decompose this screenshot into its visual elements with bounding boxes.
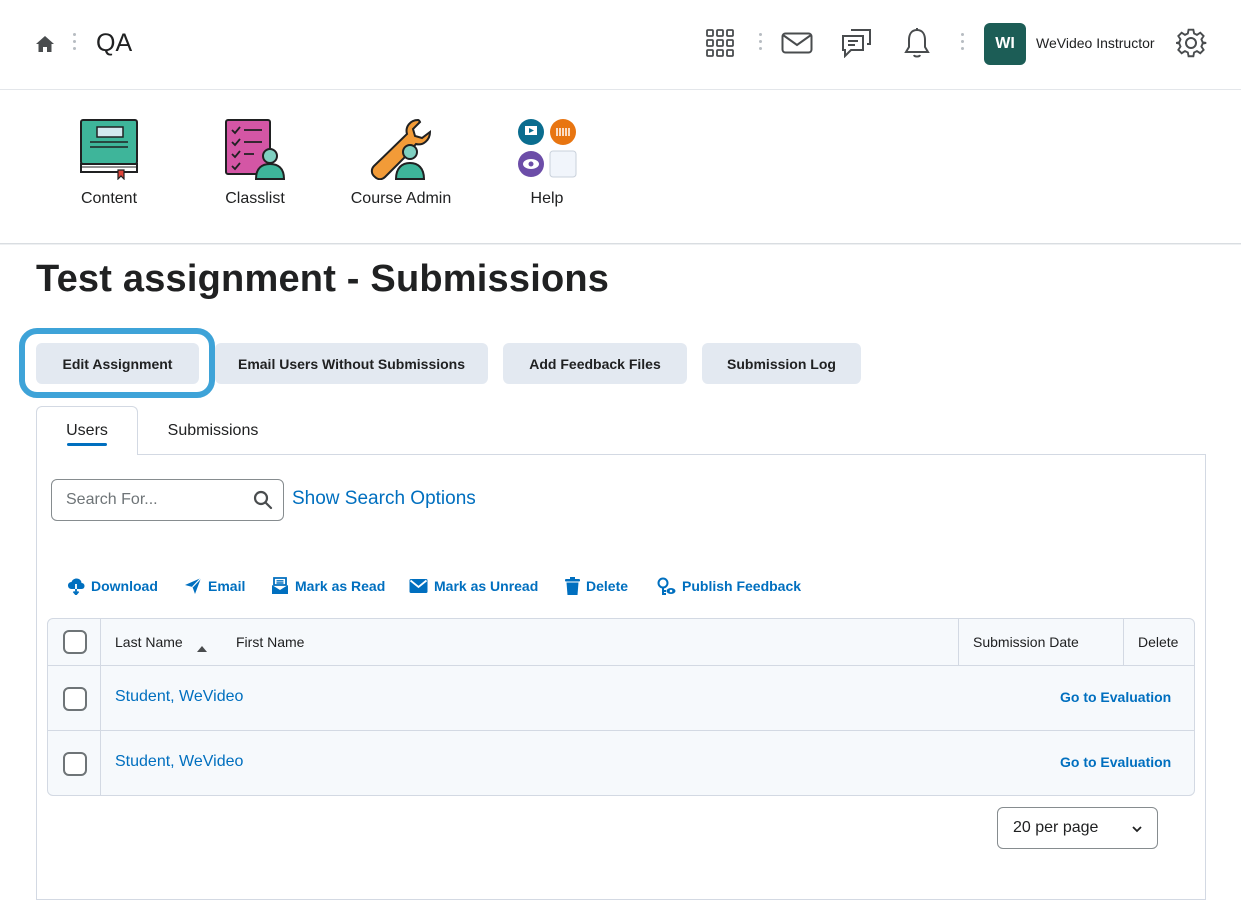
action-label: Download xyxy=(91,578,158,594)
org-title[interactable]: QA xyxy=(96,29,132,58)
home-icon[interactable] xyxy=(35,34,55,54)
content-book-icon xyxy=(80,119,138,180)
row-checkbox[interactable] xyxy=(63,752,87,776)
user-name[interactable]: WeVideo Instructor xyxy=(1036,35,1155,51)
search-input[interactable] xyxy=(66,480,246,520)
nav-label: Content xyxy=(80,190,138,207)
select-all-checkbox[interactable] xyxy=(63,630,87,654)
action-label: Email xyxy=(208,578,246,594)
show-search-options-link[interactable]: Show Search Options xyxy=(292,488,476,510)
message-alerts-icon[interactable] xyxy=(841,27,873,59)
per-page-select[interactable]: 20 per page xyxy=(997,807,1158,849)
classlist-icon xyxy=(225,119,286,180)
column-divider xyxy=(1123,619,1124,665)
delete-action[interactable]: Delete xyxy=(565,575,628,597)
sort-ascending-icon[interactable] xyxy=(197,639,207,657)
row-checkbox[interactable] xyxy=(63,687,87,711)
add-feedback-files-button[interactable]: Add Feedback Files xyxy=(503,343,687,384)
mark-as-read-action[interactable]: Mark as Read xyxy=(271,575,385,597)
chevron-down-icon xyxy=(1131,822,1143,840)
download-action[interactable]: Download xyxy=(67,575,158,597)
per-page-value: 20 per page xyxy=(1013,819,1099,836)
go-to-evaluation-link[interactable]: Go to Evaluation xyxy=(1060,754,1171,770)
avatar[interactable]: WI xyxy=(984,23,1026,65)
action-label: Mark as Read xyxy=(295,578,386,594)
table-header-row: Last Name First Name Submission Date Del… xyxy=(48,619,1194,666)
action-label: Publish Feedback xyxy=(682,578,802,594)
search-field xyxy=(51,479,284,521)
waffle-grid-icon[interactable] xyxy=(704,27,736,59)
course-navbar: Content Classlist Course Admin Help xyxy=(0,90,1241,244)
submission-date-column-header[interactable]: Submission Date xyxy=(973,634,1079,650)
publish-feedback-action[interactable]: Publish Feedback xyxy=(657,575,801,597)
table-row: Student, WeVideo Go to Evaluation xyxy=(48,731,1194,795)
mark-as-unread-action[interactable]: Mark as Unread xyxy=(409,575,538,597)
download-icon xyxy=(68,578,85,595)
action-label: Mark as Unread xyxy=(434,578,539,594)
nav-label: Help xyxy=(530,190,564,207)
email-users-without-submissions-button[interactable]: Email Users Without Submissions xyxy=(215,343,488,384)
nav-label: Course Admin xyxy=(350,190,452,207)
student-name-link[interactable]: Student, WeVideo xyxy=(115,753,243,771)
submission-log-button[interactable]: Submission Log xyxy=(702,343,861,384)
mark-unread-icon xyxy=(409,579,428,593)
email-action[interactable]: Email xyxy=(184,575,245,597)
mail-icon[interactable] xyxy=(781,27,813,59)
mark-read-icon xyxy=(272,577,288,594)
action-label: Delete xyxy=(586,578,629,594)
first-name-column-header[interactable]: First Name xyxy=(236,634,304,650)
edit-assignment-button[interactable]: Edit Assignment xyxy=(36,343,199,384)
gear-icon[interactable] xyxy=(1175,27,1207,59)
tab-users[interactable]: Users xyxy=(36,406,138,455)
tab-label: Submissions xyxy=(167,421,259,439)
page-title: Test assignment - Submissions xyxy=(36,258,610,300)
course-admin-wrench-icon xyxy=(370,118,432,180)
tab-submissions[interactable]: Submissions xyxy=(150,406,276,455)
separator-dots xyxy=(759,33,763,57)
nav-item-classlist[interactable]: Classlist xyxy=(195,118,315,208)
separator-dots xyxy=(961,33,965,57)
table-row: Student, WeVideo Go to Evaluation xyxy=(48,666,1194,731)
tab-label: Users xyxy=(66,422,108,439)
last-name-column-header[interactable]: Last Name xyxy=(115,634,183,650)
send-email-icon xyxy=(185,577,202,594)
search-icon[interactable] xyxy=(253,490,273,515)
student-name-link[interactable]: Student, WeVideo xyxy=(115,688,243,706)
delete-column-header: Delete xyxy=(1138,634,1179,650)
nav-item-course-admin[interactable]: Course Admin xyxy=(341,118,461,208)
top-header: QA WI WeVideo Instructor xyxy=(0,0,1241,90)
help-tiles-icon xyxy=(518,119,577,178)
nav-item-help[interactable]: Help xyxy=(487,118,607,208)
submissions-table: Last Name First Name Submission Date Del… xyxy=(47,618,1195,796)
trash-icon xyxy=(565,577,580,595)
nav-label: Classlist xyxy=(225,190,285,207)
active-tab-indicator xyxy=(67,443,107,446)
nav-item-content[interactable]: Content xyxy=(49,118,169,208)
bell-icon[interactable] xyxy=(901,27,933,59)
separator-dots xyxy=(73,33,77,57)
column-divider xyxy=(958,619,959,665)
publish-feedback-icon xyxy=(657,577,676,595)
go-to-evaluation-link[interactable]: Go to Evaluation xyxy=(1060,689,1171,705)
